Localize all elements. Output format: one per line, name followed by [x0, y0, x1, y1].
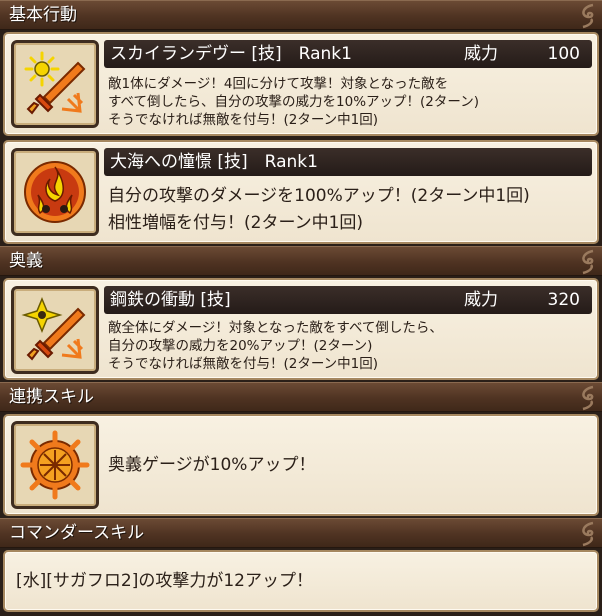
section-header-renkei: 連携スキル [0, 382, 602, 412]
skill-desc-line: そうでなければ無敵を付与！(2ターン中1回) [108, 112, 379, 128]
scroll-curl-icon [582, 249, 594, 275]
section-header-ougi: 奥義 [0, 246, 602, 276]
skill-desc-line: 敵1体にダメージ！4回に分けて攻撃！対象となった敵を [108, 76, 449, 92]
power-value: 320 [547, 290, 580, 310]
skill-desc-line: すべて倒したら、自分の攻撃の威力を10%アップ！(2ターン) [108, 94, 479, 110]
section-title-basic: 基本行動 [9, 5, 77, 25]
power-label: 威力 [464, 290, 498, 310]
skill-icon-frame [11, 286, 99, 374]
scroll-curl-icon [582, 3, 594, 29]
section-title-renkei: 連携スキル [9, 387, 94, 407]
skill-card-3[interactable]: 鋼鉄の衝動 [技] 威力 320 敵全体にダメージ！対象となった敵をすべて倒した… [3, 278, 599, 380]
scroll-curl-icon [582, 521, 594, 547]
link-skill-card[interactable]: 奥義ゲージが10%アップ！ [3, 414, 599, 516]
power-label: 威力 [464, 44, 498, 64]
skill-desc-line: 自分の攻撃の威力を20%アップ！(2ターン) [108, 338, 373, 354]
link-skill-text: 奥義ゲージが10%アップ！ [108, 455, 316, 475]
power-value: 100 [547, 44, 580, 64]
skill-desc-line: そうでなければ無敵を付与！(2ターン中1回) [108, 356, 379, 372]
skill-icon-frame [11, 421, 99, 509]
commander-skill-text: [水][サガフロ2]の攻撃力が12アップ！ [16, 571, 313, 591]
sword-shuriken-icon [21, 297, 86, 361]
skill-card-1[interactable]: スカイランデヴー [技] Rank1 威力 100 敵1体にダメージ！4回に分け… [3, 32, 599, 136]
sword-star-icon [24, 51, 86, 115]
skill-card-2[interactable]: 大海への憧憬 [技] Rank1 自分の攻撃のダメージを100%アップ！(2ター… [3, 140, 599, 244]
skill-titlebar: 鋼鉄の衝動 [技] 威力 320 [104, 286, 592, 314]
skill-desc-line: 自分の攻撃のダメージを100%アップ！(2ターン中1回) [108, 186, 530, 206]
skill-desc-line: 敵全体にダメージ！対象となった敵をすべて倒したら、 [108, 320, 443, 336]
section-title-ougi: 奥義 [9, 251, 43, 271]
skill-name: 大海への憧憬 [技] Rank1 [110, 152, 318, 172]
commander-skill-card[interactable]: [水][サガフロ2]の攻撃力が12アップ！ [3, 550, 599, 612]
skill-desc-line: 相性増幅を付与！(2ターン中1回) [108, 213, 364, 233]
skill-name: スカイランデヴー [技] Rank1 [110, 44, 352, 64]
section-header-commander: コマンダースキル [0, 518, 602, 548]
flame-drops-icon [24, 161, 86, 223]
section-title-commander: コマンダースキル [9, 523, 145, 543]
skill-icon-frame [11, 148, 99, 236]
section-header-basic: 基本行動 [0, 0, 602, 30]
skill-name: 鋼鉄の衝動 [技] [110, 290, 231, 310]
skill-titlebar: 大海への憧憬 [技] Rank1 [104, 148, 592, 176]
skill-titlebar: スカイランデヴー [技] Rank1 威力 100 [104, 40, 592, 68]
scroll-curl-icon [582, 385, 594, 411]
compass-burst-icon [20, 430, 90, 500]
skill-icon-frame [11, 40, 99, 128]
